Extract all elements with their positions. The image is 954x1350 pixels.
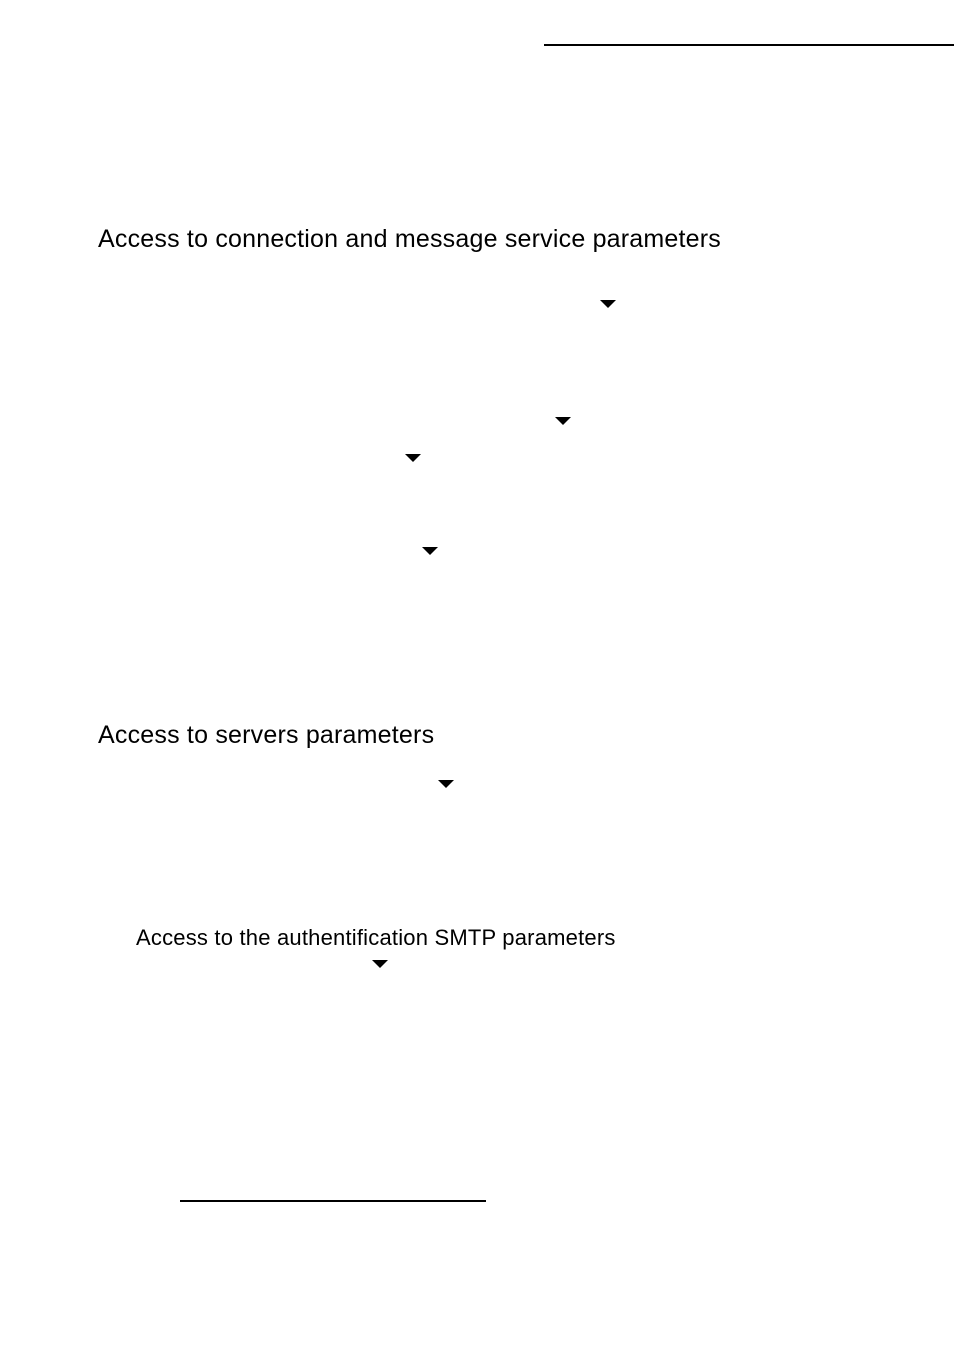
chevron-down-icon — [438, 780, 454, 788]
footnote-rule — [180, 1200, 486, 1202]
chevron-down-icon — [372, 960, 388, 968]
chevron-down-icon — [405, 454, 421, 462]
section-heading-connection-message: Access to connection and message service… — [98, 225, 721, 254]
section-heading-servers: Access to servers parameters — [98, 721, 434, 750]
chevron-down-icon — [555, 417, 571, 425]
chevron-down-icon — [422, 547, 438, 555]
chevron-down-icon — [600, 300, 616, 308]
header-rule — [544, 44, 954, 46]
section-heading-smtp-auth: Access to the authentification SMTP para… — [136, 925, 616, 951]
